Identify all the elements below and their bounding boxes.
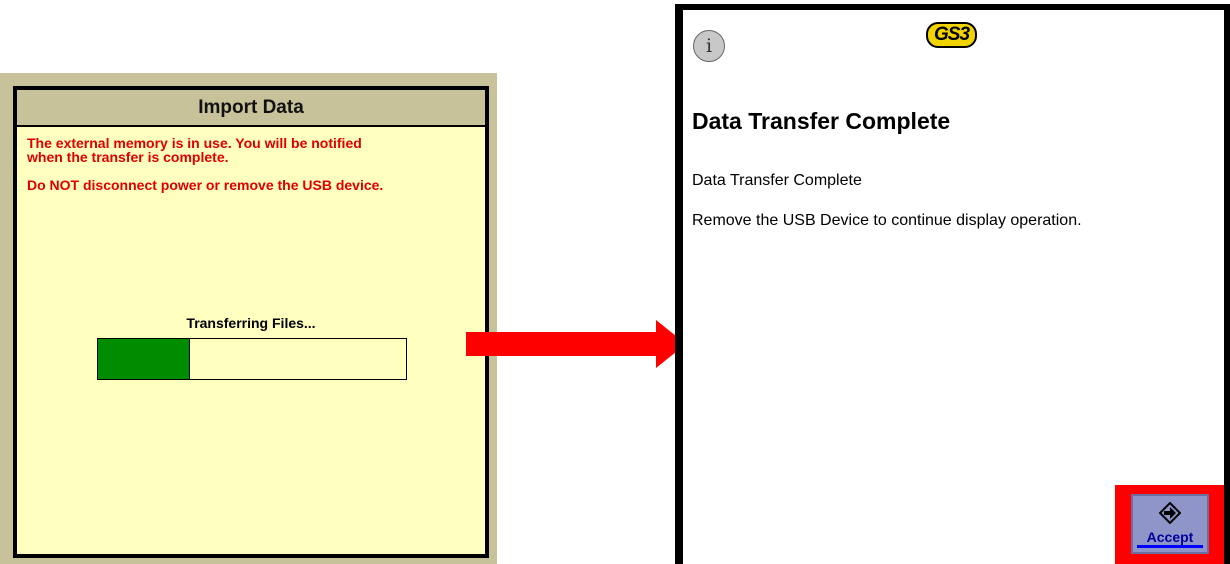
gs3-screen: i GS3 Data Transfer Complete Data Transf… bbox=[675, 4, 1230, 564]
progress-fill bbox=[98, 339, 191, 379]
warning-text-line1: The external memory is in use. You will … bbox=[27, 135, 362, 151]
screen-title: Data Transfer Complete bbox=[692, 108, 951, 134]
progress-bar bbox=[97, 338, 407, 380]
info-icon[interactable]: i bbox=[693, 30, 725, 62]
accept-arrow-icon bbox=[1159, 502, 1181, 524]
right-arrow-icon bbox=[466, 320, 686, 368]
accept-label: Accept bbox=[1136, 529, 1204, 548]
import-data-dialog: Import Data The external memory is in us… bbox=[13, 86, 489, 558]
gs3-logo: GS3 bbox=[926, 22, 978, 48]
dialog-title: Import Data bbox=[17, 90, 485, 127]
message-line1: Data Transfer Complete bbox=[692, 172, 862, 189]
message-line2: Remove the USB Device to continue displa… bbox=[692, 212, 1082, 229]
warning-text-line2: when the transfer is complete. bbox=[27, 149, 229, 165]
accept-button[interactable]: Accept bbox=[1131, 494, 1209, 554]
warning-text-line3: Do NOT disconnect power or remove the US… bbox=[27, 177, 384, 193]
progress-label: Transferring Files... bbox=[186, 315, 316, 331]
